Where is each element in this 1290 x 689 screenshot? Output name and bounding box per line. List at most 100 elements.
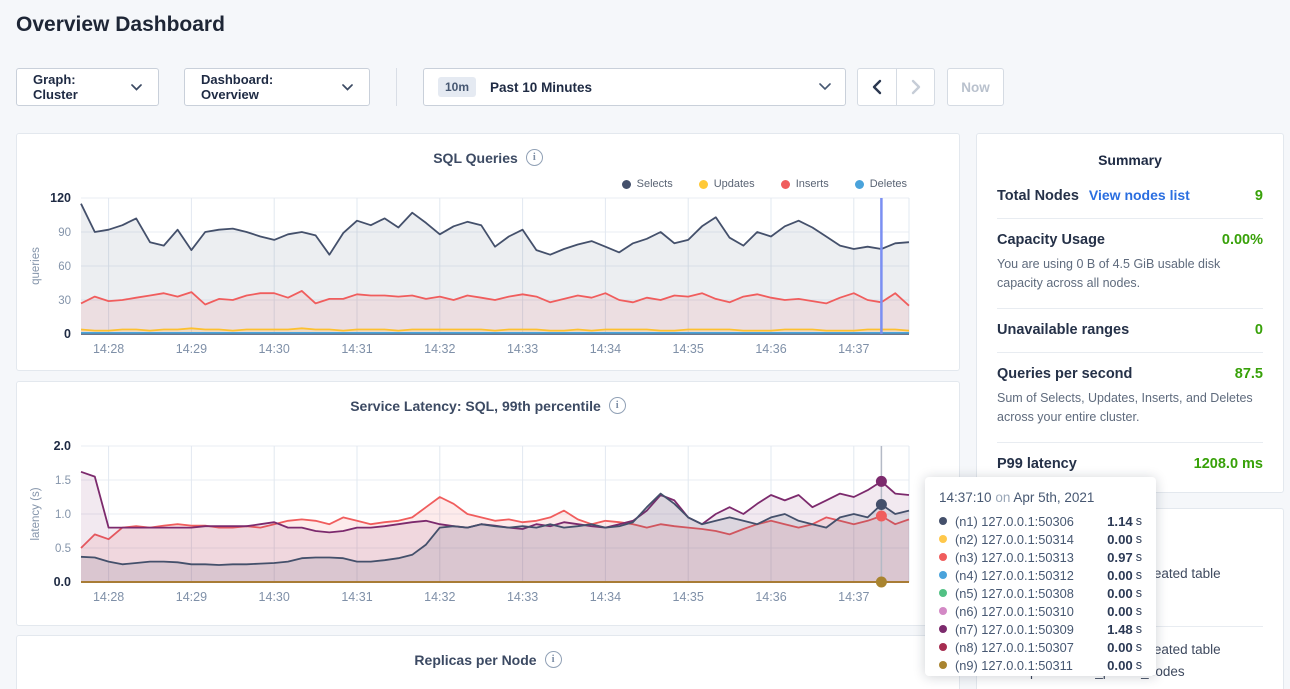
series-color-dot [939, 589, 947, 597]
tooltip-node-label: (n6) 127.0.0.1:50310 [955, 604, 1074, 619]
summary-row-label: Unavailable ranges [997, 322, 1129, 338]
tooltip-node-label: (n4) 127.0.0.1:50312 [955, 568, 1074, 583]
time-back-button[interactable] [858, 69, 896, 105]
svg-text:0: 0 [64, 327, 71, 341]
tooltip-node-unit: s [1136, 568, 1142, 582]
svg-text:0.5: 0.5 [55, 543, 71, 555]
summary-title: Summary [977, 134, 1283, 174]
time-range-label: Past 10 Minutes [490, 80, 592, 95]
svg-text:14:36: 14:36 [755, 342, 786, 356]
page-title: Overview Dashboard [16, 13, 225, 37]
graph-dropdown-label: Graph: Cluster [33, 72, 121, 102]
series-color-dot [939, 607, 947, 615]
info-icon[interactable]: i [545, 651, 562, 668]
series-color-dot [939, 625, 947, 633]
svg-text:14:36: 14:36 [755, 590, 786, 604]
summary-row-label: Queries per second [997, 366, 1132, 382]
summary-row: Total Nodes View nodes list 9 [997, 174, 1263, 219]
tooltip-node-label: (n3) 127.0.0.1:50313 [955, 550, 1074, 565]
tooltip-node-row: (n2) 127.0.0.1:50314 0.00 s [939, 530, 1142, 548]
svg-text:2.0: 2.0 [54, 439, 71, 453]
chevron-down-icon [342, 84, 353, 91]
tooltip-node-unit: s [1136, 640, 1142, 654]
graph-dropdown[interactable]: Graph: Cluster [16, 68, 159, 106]
tooltip-node-row: (n9) 127.0.0.1:50311 0.00 s [939, 656, 1142, 674]
chevron-down-icon [819, 83, 831, 91]
tooltip-node-value: 0.00 [1107, 604, 1133, 619]
summary-row-description: Sum of Selects, Updates, Inserts, and De… [997, 389, 1263, 428]
view-nodes-list-link[interactable]: View nodes list [1089, 187, 1190, 203]
svg-text:14:30: 14:30 [259, 342, 290, 356]
summary-row: Unavailable ranges 0 [997, 309, 1263, 353]
time-forward-button[interactable] [896, 69, 934, 105]
svg-text:14:33: 14:33 [507, 590, 538, 604]
dashboard-dropdown[interactable]: Dashboard: Overview [184, 68, 370, 106]
tooltip-node-row: (n5) 127.0.0.1:50308 0.00 s [939, 584, 1142, 602]
svg-text:60: 60 [58, 261, 71, 273]
tooltip-node-label: (n8) 127.0.0.1:50307 [955, 640, 1074, 655]
svg-text:30: 30 [58, 295, 71, 307]
sql-queries-chart[interactable]: 030609012014:2814:2914:3014:3114:3214:33… [17, 184, 961, 364]
svg-text:queries: queries [30, 247, 42, 285]
tooltip-node-unit: s [1136, 604, 1142, 618]
tooltip-node-value: 0.00 [1107, 568, 1133, 583]
svg-text:14:31: 14:31 [341, 590, 372, 604]
time-range-picker[interactable]: 10m Past 10 Minutes [423, 68, 846, 106]
svg-text:14:37: 14:37 [838, 342, 869, 356]
chart-title-sql-queries: SQL Queries [433, 150, 518, 166]
divider [396, 68, 397, 106]
svg-text:120: 120 [50, 191, 71, 205]
svg-text:14:31: 14:31 [341, 342, 372, 356]
tooltip-node-label: (n9) 127.0.0.1:50311 [955, 658, 1073, 673]
svg-text:14:33: 14:33 [507, 342, 538, 356]
tooltip-node-row: (n1) 127.0.0.1:50306 1.14 s [939, 512, 1142, 530]
summary-panel: Summary Total Nodes View nodes list 9 Ca… [976, 133, 1284, 493]
dashboard-dropdown-label: Dashboard: Overview [201, 72, 332, 102]
summary-row-value: 0.00% [1222, 232, 1263, 248]
summary-row-value: 0 [1255, 322, 1263, 338]
tooltip-node-unit: s [1136, 622, 1142, 636]
svg-text:14:32: 14:32 [424, 342, 455, 356]
svg-text:14:29: 14:29 [176, 342, 207, 356]
series-color-dot [939, 661, 947, 669]
replicas-per-node-chart-card: Replicas per Node i [16, 635, 960, 689]
svg-text:latency (s): latency (s) [30, 487, 42, 540]
info-icon[interactable]: i [526, 149, 543, 166]
series-color-dot [939, 643, 947, 651]
tooltip-node-unit: s [1136, 586, 1142, 600]
service-latency-chart-card: Service Latency: SQL, 99th percentile i … [16, 381, 960, 626]
svg-text:0.0: 0.0 [54, 575, 71, 589]
controls-row: Graph: Cluster Dashboard: Overview 10m P… [16, 68, 1004, 106]
service-latency-chart[interactable]: 0.00.51.01.52.014:2814:2914:3014:3114:32… [17, 432, 961, 612]
tooltip-node-row: (n3) 127.0.0.1:50313 0.97 s [939, 548, 1142, 566]
summary-row-value: 87.5 [1235, 366, 1263, 382]
tooltip-node-row: (n8) 127.0.0.1:50307 0.00 s [939, 638, 1142, 656]
summary-row-label: Capacity Usage [997, 232, 1105, 248]
chart-title-service-latency: Service Latency: SQL, 99th percentile [350, 398, 601, 414]
tooltip-node-value: 0.00 [1107, 658, 1133, 673]
svg-text:14:28: 14:28 [93, 342, 124, 356]
series-color-dot [939, 535, 947, 543]
svg-text:14:35: 14:35 [673, 590, 704, 604]
svg-text:14:34: 14:34 [590, 342, 621, 356]
tooltip-node-row: (n6) 127.0.0.1:50310 0.00 s [939, 602, 1142, 620]
tooltip-node-unit: s [1136, 658, 1142, 672]
series-color-dot [939, 553, 947, 561]
svg-text:14:32: 14:32 [424, 590, 455, 604]
svg-text:1.0: 1.0 [55, 509, 71, 521]
series-color-dot [939, 571, 947, 579]
summary-row-value: 9 [1255, 188, 1263, 204]
summary-row-label: Total Nodes [997, 188, 1079, 204]
summary-row-description: You are using 0 B of 4.5 GiB usable disk… [997, 255, 1263, 294]
sql-queries-chart-card: SQL Queries i SelectsUpdatesInsertsDelet… [16, 133, 960, 371]
chart-title-replicas-per-node: Replicas per Node [414, 652, 536, 668]
tooltip-node-value: 0.00 [1107, 532, 1133, 547]
now-button[interactable]: Now [947, 68, 1004, 106]
tooltip-node-unit: s [1136, 550, 1142, 564]
tooltip-node-value: 1.48 [1107, 622, 1133, 637]
svg-text:14:28: 14:28 [93, 590, 124, 604]
svg-text:14:35: 14:35 [673, 342, 704, 356]
info-icon[interactable]: i [609, 397, 626, 414]
svg-text:14:30: 14:30 [259, 590, 290, 604]
series-color-dot [939, 517, 947, 525]
